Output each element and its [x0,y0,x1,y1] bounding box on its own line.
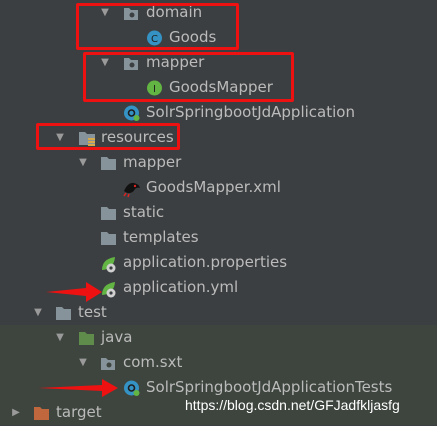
tree-label: mapper [123,153,182,171]
interface-badge-letter: I [153,84,156,95]
spring-config-icon [100,275,118,300]
spring-boot-class-icon [123,375,140,400]
resources-folder-icon [78,125,96,150]
folder-icon [55,300,72,325]
expand-arrow-icon[interactable]: ▼ [77,350,89,375]
package-icon [100,350,116,375]
mybatis-bird-icon [122,175,142,200]
interface-icon: I [146,75,163,100]
expand-arrow-icon[interactable]: ▼ [99,50,111,75]
tree-row-java[interactable]: ▼ java [0,325,437,350]
excluded-folder-icon [33,400,50,425]
expand-arrow-icon[interactable]: ▼ [54,325,66,350]
package-icon [123,0,139,25]
tree-label: application.properties [123,253,288,271]
tree-label: domain [146,3,203,21]
tree-label: target [56,403,102,421]
test-source-folder-icon [78,325,95,350]
tree-row-mapper-dir[interactable]: ▼ mapper [0,150,437,175]
package-icon [123,50,139,75]
folder-icon [100,150,117,175]
tree-label: static [123,203,165,221]
tree-row-goods[interactable]: C Goods [0,25,437,50]
tree-row-application-class[interactable]: SolrSpringbootJdApplication [0,100,437,125]
tree-label: Goods [169,28,217,46]
tree-row-application-yml[interactable]: application.yml [0,275,437,300]
tree-label: templates [123,228,199,246]
folder-icon [100,200,117,225]
tree-label: resources [101,128,174,146]
expand-arrow-icon[interactable]: ▼ [54,125,66,150]
tree-row-goodsmapper[interactable]: I GoodsMapper [0,75,437,100]
tree-row-templates[interactable]: templates [0,225,437,250]
tree-label: SolrSpringbootJdApplication [146,103,355,121]
class-icon: C [146,25,163,50]
spring-boot-class-icon [123,100,140,125]
tree-row-com-sxt[interactable]: ▼ com.sxt [0,350,437,375]
tree-label: GoodsMapper [169,78,273,96]
tree-label: mapper [146,53,205,71]
tree-row-test[interactable]: ▼ test [0,300,437,325]
class-badge-letter: C [151,34,158,45]
expand-arrow-icon[interactable]: ▼ [99,0,111,25]
expand-arrow-icon[interactable]: ▼ [77,150,89,175]
tree-label: java [101,328,133,346]
tree-row-application-properties[interactable]: application.properties [0,250,437,275]
tree-row-static[interactable]: static [0,200,437,225]
tree-label: application.yml [123,278,239,296]
tree-row-mapper-package[interactable]: ▼ mapper [0,50,437,75]
tree-label: GoodsMapper.xml [146,178,281,196]
tree-label: com.sxt [123,353,183,371]
collapse-arrow-icon[interactable]: ▶ [10,400,22,425]
spring-config-icon [100,250,118,275]
tree-row-domain[interactable]: ▼ domain [0,0,437,25]
folder-icon [100,225,117,250]
tree-row-goodsmapper-xml[interactable]: GoodsMapper.xml [0,175,437,200]
watermark-text: https://blog.csdn.net/GFJadfkljasfg [185,397,400,413]
expand-arrow-icon[interactable]: ▼ [32,300,44,325]
tree-label: test [78,303,107,321]
tree-row-resources[interactable]: ▼ resources [0,125,437,150]
